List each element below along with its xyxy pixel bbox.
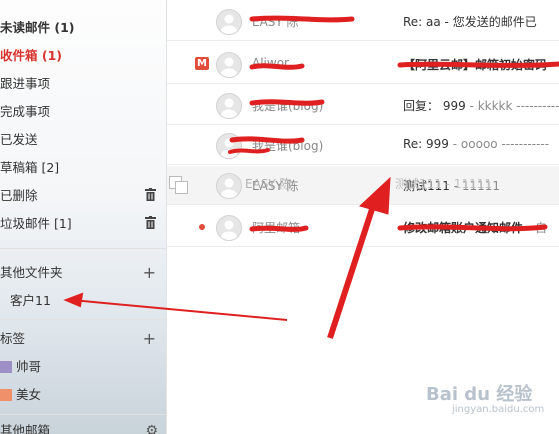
drag-ghost: EASY 陈 测试111 - 11111	[167, 170, 559, 196]
mail-subject: 【阿里云邮】邮箱初始密码	[403, 58, 548, 72]
trash-icon[interactable]	[145, 188, 156, 201]
person-icon	[221, 98, 237, 118]
mail-row[interactable]: 我是谁(blog) Re: 999 - ooooo -----------	[167, 126, 559, 165]
mail-row[interactable]: 我是谁(blog) 回复： 999 - kkkkk -----------	[167, 86, 559, 125]
mail-list: EASY 陈 Re: aa - 您发送的邮件已 M Aliwor 【阿里云邮】邮…	[167, 0, 559, 434]
person-icon	[221, 138, 237, 158]
mail-sender: Aliwor	[252, 56, 289, 70]
mail-row[interactable]: 阿里邮箱 修改邮箱账户通知邮件 - 自	[167, 208, 559, 247]
person-icon	[221, 57, 237, 77]
plus-icon[interactable]: +	[143, 328, 156, 350]
avatar	[216, 133, 242, 159]
tag-color-swatch	[0, 389, 12, 401]
person-icon	[221, 220, 237, 240]
mail-subject: Re: aa - 您发送的邮件已	[403, 15, 537, 29]
unread-dot	[199, 224, 205, 230]
sidebar-folder-customer[interactable]: 客户11	[0, 290, 166, 312]
sidebar-tag-item[interactable]: 帅哥	[0, 356, 166, 378]
sidebar-other-folders[interactable]: 其他文件夹 +	[0, 262, 166, 284]
sidebar-item-drafts[interactable]: 草稿箱 [2]	[0, 157, 166, 179]
mail-sender: EASY 陈	[252, 15, 299, 29]
drag-checkbox	[175, 181, 188, 194]
mail-sender: 我是谁(blog)	[252, 139, 324, 153]
sidebar-item-deleted[interactable]: 已删除	[0, 185, 166, 207]
sidebar-item-sent[interactable]: 已发送	[0, 129, 166, 151]
sidebar-tags[interactable]: 标签 +	[0, 328, 166, 350]
sidebar-divider	[0, 414, 166, 415]
mail-subject: 回复： 999 - kkkkk -----------	[403, 99, 559, 113]
ghost-sender: EASY 陈	[245, 177, 292, 191]
gear-icon[interactable]: ⚙	[145, 420, 158, 434]
sidebar-divider	[0, 319, 166, 320]
watermark-sub: jingyan.baidu.com	[452, 404, 545, 415]
avatar	[216, 9, 242, 35]
sidebar-divider	[0, 248, 166, 249]
aliyun-mail-icon: M	[195, 57, 209, 70]
sidebar-tag-item[interactable]: 美女	[0, 384, 166, 406]
avatar	[216, 215, 242, 241]
sidebar-item-done[interactable]: 完成事项	[0, 101, 166, 123]
person-icon	[221, 14, 237, 34]
avatar	[216, 93, 242, 119]
watermark: Bai du 经验	[426, 384, 533, 405]
mail-subject: 修改邮箱账户通知邮件 - 自	[403, 221, 547, 235]
mail-row[interactable]: EASY 陈 Re: aa - 您发送的邮件已	[167, 2, 559, 41]
mail-sender: 我是谁(blog)	[252, 99, 324, 113]
sidebar-item-spam[interactable]: 垃圾邮件 [1]	[0, 213, 166, 235]
trash-icon[interactable]	[145, 216, 156, 229]
mail-row[interactable]: M Aliwor 【阿里云邮】邮箱初始密码	[167, 45, 559, 84]
sidebar-item-unread[interactable]: 未读邮件 (1)	[0, 17, 166, 39]
ghost-subject: 测试111 - 11111	[395, 177, 493, 191]
mail-subject: Re: 999 - ooooo -----------	[403, 137, 550, 151]
plus-icon[interactable]: +	[143, 262, 156, 284]
sidebar-item-inbox[interactable]: 收件箱 (1)	[0, 45, 166, 67]
tag-color-swatch	[0, 361, 12, 373]
sidebar-other-mailbox[interactable]: 其他邮箱 ⚙	[0, 420, 166, 434]
sidebar-item-follow-up[interactable]: 跟进事项	[0, 73, 166, 95]
avatar	[216, 52, 242, 78]
sidebar: 未读邮件 (1) 收件箱 (1) 跟进事项 完成事项 已发送 草稿箱 [2] 已…	[0, 0, 167, 434]
mail-sender: 阿里邮箱	[252, 221, 301, 235]
